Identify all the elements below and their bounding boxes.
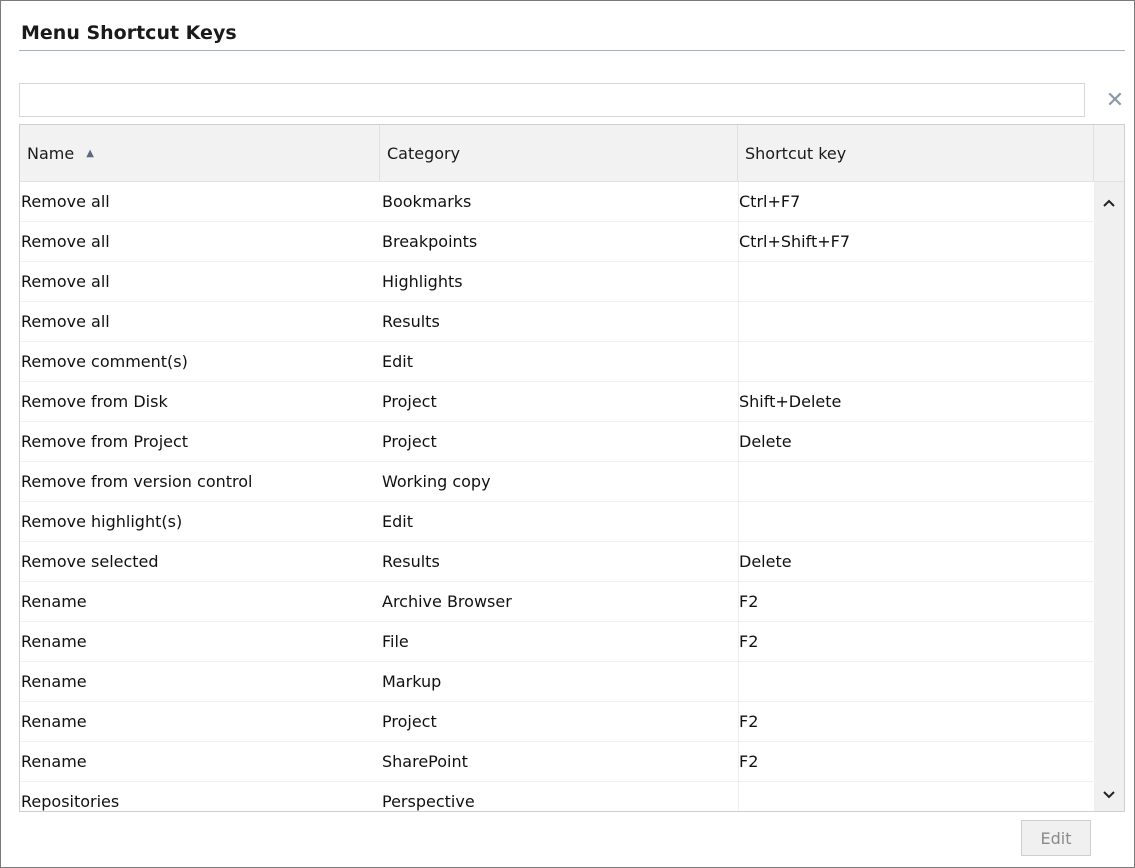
cell-name: Repositories bbox=[20, 782, 380, 811]
sort-ascending-icon: ▲ bbox=[86, 147, 94, 159]
table-row[interactable]: Rename File F2 bbox=[20, 622, 1094, 662]
table-row[interactable]: Remove all Results bbox=[20, 302, 1094, 342]
cell-category: Archive Browser bbox=[380, 582, 738, 622]
cell-category: Project bbox=[380, 702, 738, 742]
cell-shortcut-key bbox=[738, 462, 1094, 502]
cell-category: File bbox=[380, 622, 738, 662]
cell-shortcut-key bbox=[738, 782, 1094, 811]
table-row[interactable]: Rename Archive Browser F2 bbox=[20, 582, 1094, 622]
cell-shortcut-key: F2 bbox=[738, 742, 1094, 782]
column-header-category[interactable]: Category bbox=[380, 125, 738, 181]
column-header-label: Category bbox=[387, 143, 461, 163]
table-row[interactable]: Remove from Disk Project Shift+Delete bbox=[20, 382, 1094, 422]
cell-name: Rename bbox=[20, 582, 380, 622]
cell-name: Remove from version control bbox=[20, 462, 380, 502]
title-divider bbox=[19, 50, 1125, 51]
vertical-scrollbar[interactable] bbox=[1094, 182, 1124, 811]
cell-shortcut-key bbox=[738, 502, 1094, 542]
cell-category: SharePoint bbox=[380, 742, 738, 782]
table-body: Remove all Bookmarks Ctrl+F7 Remove all Brea… bbox=[20, 182, 1094, 811]
table-row[interactable]: Remove all Highlights bbox=[20, 262, 1094, 302]
cell-name: Rename bbox=[20, 702, 380, 742]
cell-shortcut-key bbox=[738, 262, 1094, 302]
table-row[interactable]: Remove comment(s) Edit bbox=[20, 342, 1094, 382]
cell-name: Remove from Project bbox=[20, 422, 380, 462]
table-row[interactable]: Remove selected Results Delete bbox=[20, 542, 1094, 582]
column-header-label: Shortcut key bbox=[745, 143, 847, 163]
table-row[interactable]: Remove from version control Working copy bbox=[20, 462, 1094, 502]
table-row[interactable]: Remove all Bookmarks Ctrl+F7 bbox=[20, 182, 1094, 222]
cell-shortcut-key: Shift+Delete bbox=[738, 382, 1094, 422]
cell-category: Results bbox=[380, 302, 738, 342]
cell-name: Rename bbox=[20, 662, 380, 702]
chevron-down-icon[interactable] bbox=[1094, 782, 1124, 808]
dialog-title: Menu Shortcut Keys bbox=[21, 22, 237, 44]
cell-shortcut-key: Delete bbox=[738, 542, 1094, 582]
table-row[interactable]: Remove highlight(s) Edit bbox=[20, 502, 1094, 542]
cell-name: Remove all bbox=[20, 222, 380, 262]
cell-name: Remove all bbox=[20, 182, 380, 222]
search-input[interactable] bbox=[19, 83, 1085, 117]
shortcut-table: Name ▲ Category Shortcut key Remove all B… bbox=[19, 124, 1125, 812]
cell-category: Perspective bbox=[380, 782, 738, 811]
cell-category: Working copy bbox=[380, 462, 738, 502]
cell-shortcut-key: F2 bbox=[738, 582, 1094, 622]
chevron-up-icon[interactable] bbox=[1094, 190, 1124, 216]
cell-name: Remove all bbox=[20, 262, 380, 302]
table-row[interactable]: Rename Project F2 bbox=[20, 702, 1094, 742]
cell-category: Edit bbox=[380, 342, 738, 382]
cell-name: Remove from Disk bbox=[20, 382, 380, 422]
cell-category: Highlights bbox=[380, 262, 738, 302]
table-row[interactable]: Rename Markup bbox=[20, 662, 1094, 702]
cell-name: Rename bbox=[20, 742, 380, 782]
cell-shortcut-key: F2 bbox=[738, 622, 1094, 662]
cell-category: Project bbox=[380, 422, 738, 462]
cell-shortcut-key: F2 bbox=[738, 702, 1094, 742]
cell-shortcut-key bbox=[738, 302, 1094, 342]
edit-button[interactable]: Edit bbox=[1021, 820, 1091, 856]
cell-name: Remove comment(s) bbox=[20, 342, 380, 382]
column-header-name[interactable]: Name ▲ bbox=[20, 125, 380, 181]
column-header-shortcut-key[interactable]: Shortcut key bbox=[738, 125, 1094, 181]
column-header-label: Name bbox=[27, 143, 75, 163]
table-row[interactable]: Remove all Breakpoints Ctrl+Shift+F7 bbox=[20, 222, 1094, 262]
cell-category: Bookmarks bbox=[380, 182, 738, 222]
cell-name: Remove highlight(s) bbox=[20, 502, 380, 542]
cell-category: Edit bbox=[380, 502, 738, 542]
table-row[interactable]: Rename SharePoint F2 bbox=[20, 742, 1094, 782]
cell-shortcut-key bbox=[738, 342, 1094, 382]
cell-category: Results bbox=[380, 542, 738, 582]
cell-name: Remove all bbox=[20, 302, 380, 342]
cell-shortcut-key bbox=[738, 662, 1094, 702]
cell-shortcut-key: Delete bbox=[738, 422, 1094, 462]
table-row[interactable]: Remove from Project Project Delete bbox=[20, 422, 1094, 462]
table-header: Name ▲ Category Shortcut key bbox=[20, 125, 1124, 182]
cell-name: Rename bbox=[20, 622, 380, 662]
cell-shortcut-key: Ctrl+F7 bbox=[738, 182, 1094, 222]
cell-category: Project bbox=[380, 382, 738, 422]
close-icon[interactable]: ✕ bbox=[1100, 84, 1130, 116]
table-row[interactable]: Repositories Perspective bbox=[20, 782, 1094, 811]
cell-category: Breakpoints bbox=[380, 222, 738, 262]
cell-category: Markup bbox=[380, 662, 738, 702]
cell-name: Remove selected bbox=[20, 542, 380, 582]
cell-shortcut-key: Ctrl+Shift+F7 bbox=[738, 222, 1094, 262]
